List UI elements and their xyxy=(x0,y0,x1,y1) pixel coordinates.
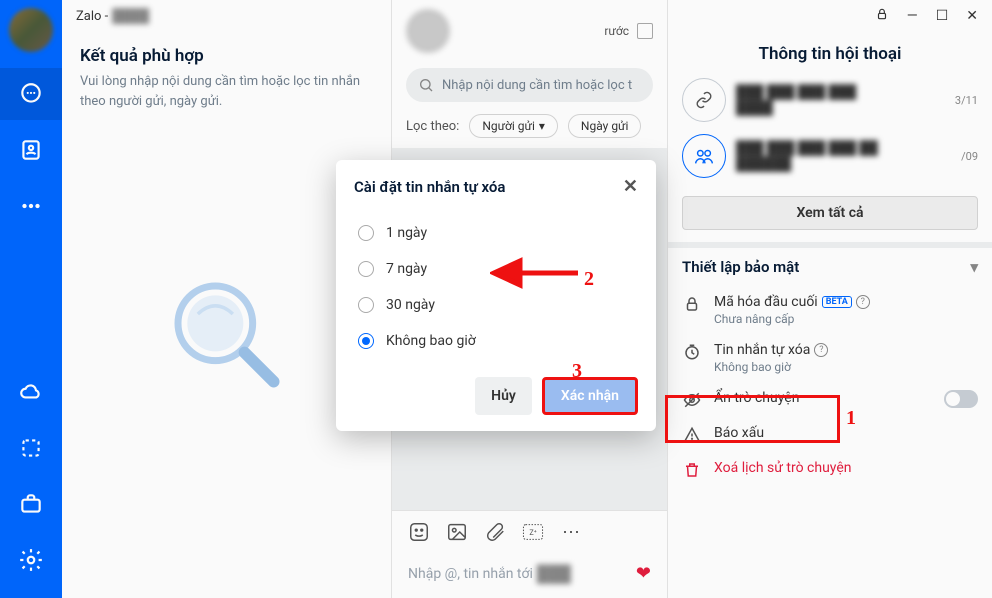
more-tools-icon[interactable]: ⋯ xyxy=(560,521,582,543)
link-icon xyxy=(682,78,726,122)
security-section-header[interactable]: Thiết lập bảo mật ▾ xyxy=(668,242,992,286)
nav-rail xyxy=(0,0,62,598)
close-button[interactable]: ✕ xyxy=(966,8,978,24)
zz-icon[interactable]: Z⁺ xyxy=(522,521,544,543)
nav-cloud[interactable] xyxy=(0,366,62,418)
modal-close-button[interactable]: ✕ xyxy=(623,176,638,197)
maximize-button[interactable]: ☐ xyxy=(936,8,949,24)
info-title: Thông tin hội thoại xyxy=(668,32,992,78)
annotation-arrow xyxy=(490,253,580,293)
app-name: Zalo - xyxy=(76,9,108,24)
nav-contacts[interactable] xyxy=(0,124,62,176)
window-controls: ― ☐ ✕ xyxy=(668,0,992,32)
svg-text:Z⁺: Z⁺ xyxy=(529,528,536,537)
info-panel: ― ☐ ✕ Thông tin hội thoại ███ ███ ███ ██… xyxy=(668,0,992,598)
image-icon[interactable] xyxy=(446,521,468,543)
avatar[interactable] xyxy=(9,8,53,52)
hide-chat-toggle[interactable] xyxy=(944,390,978,408)
back-label[interactable]: rước xyxy=(604,24,629,38)
cloud-icon xyxy=(18,379,44,405)
chat-filter-row: Lọc theo: Người gửi ▾ Ngày gửi xyxy=(392,108,667,148)
briefcase-icon xyxy=(18,491,44,517)
chat-avatar[interactable] xyxy=(406,9,450,53)
chat-header: rước xyxy=(392,0,667,62)
nav-more[interactable] xyxy=(0,180,62,232)
lock-icon xyxy=(682,295,702,313)
capture-icon xyxy=(18,435,44,461)
chip-sender[interactable]: Người gửi ▾ xyxy=(469,114,558,138)
message-input[interactable]: Nhập @, tin nhắn tới ███ ❤ xyxy=(392,553,667,598)
annotation-box-1 xyxy=(665,395,840,443)
radio-1day[interactable]: 1 ngày xyxy=(354,215,638,251)
search-heading: Kết quả phù hợp xyxy=(80,46,373,66)
auto-delete-modal: Cài đặt tin nhắn tự xóa ✕ 1 ngày 7 ngày … xyxy=(336,160,656,431)
search-subtitle: Vui lòng nhập nội dung cần tìm hoặc lọc … xyxy=(80,72,373,111)
help-icon[interactable]: ? xyxy=(856,295,870,309)
title-bar: Zalo - ████ xyxy=(62,0,391,32)
sticker-icon[interactable] xyxy=(408,521,430,543)
row-auto-delete[interactable]: Tin nhắn tự xóa? Không bao giờ xyxy=(668,334,992,382)
chat-icon xyxy=(18,81,44,107)
chat-search[interactable]: Nhập nội dung cần tìm hoặc lọc t xyxy=(406,68,653,102)
contacts-icon xyxy=(18,137,44,163)
group-icon xyxy=(682,134,726,178)
view-all-button[interactable]: Xem tất cả xyxy=(682,196,978,230)
magnifier-icon xyxy=(157,265,297,405)
gear-icon xyxy=(18,547,44,573)
heart-icon[interactable]: ❤ xyxy=(636,563,651,584)
row-delete-history[interactable]: Xoá lịch sử trò chuyện xyxy=(668,452,992,487)
lock-icon[interactable] xyxy=(875,7,889,25)
chat-inputbar: Z⁺ ⋯ Nhập @, tin nhắn tới ███ ❤ xyxy=(392,510,667,598)
trash-icon xyxy=(682,461,702,479)
link-date: /09 xyxy=(961,150,978,163)
filter-label: Lọc theo: xyxy=(406,119,459,134)
chevron-down-icon: ▾ xyxy=(539,119,545,133)
chat-search-placeholder: Nhập nội dung cần tìm hoặc lọc t xyxy=(442,78,632,93)
help-icon[interactable]: ? xyxy=(814,343,828,357)
chip-date[interactable]: Ngày gửi xyxy=(568,114,641,138)
nav-briefcase[interactable] xyxy=(0,478,62,530)
cancel-button[interactable]: Hủy xyxy=(475,377,532,415)
link-item[interactable]: ███ ███ ███ ███ ████████ /09 xyxy=(682,134,978,178)
link-date: 3/11 xyxy=(955,94,978,107)
search-icon xyxy=(418,77,434,93)
dots-icon xyxy=(18,193,44,219)
confirm-button[interactable]: Xác nhận xyxy=(542,377,638,415)
nav-chat[interactable] xyxy=(0,68,62,120)
minimize-button[interactable]: ― xyxy=(907,8,918,24)
link-item[interactable]: ███ ███ ███ ███████ 3/11 xyxy=(682,78,978,122)
nav-capture[interactable] xyxy=(0,422,62,474)
timer-icon xyxy=(682,343,702,361)
header-action-icon[interactable] xyxy=(637,23,653,39)
radio-never[interactable]: Không bao giờ xyxy=(354,323,638,359)
attach-icon[interactable] xyxy=(484,521,506,543)
nav-settings[interactable] xyxy=(0,534,62,586)
modal-title: Cài đặt tin nhắn tự xóa xyxy=(354,178,505,196)
chevron-down-icon: ▾ xyxy=(970,258,978,276)
row-e2e[interactable]: Mã hóa đầu cuốiBETA? Chưa nâng cấp xyxy=(668,286,992,334)
